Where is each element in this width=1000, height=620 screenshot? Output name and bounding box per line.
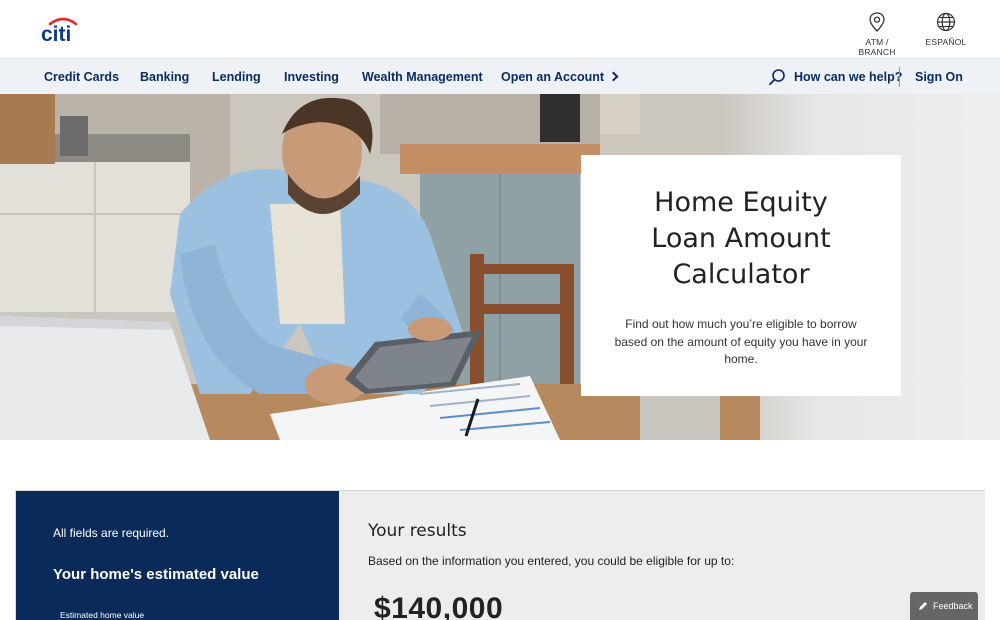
- page-title-line: Loan Amount: [651, 223, 831, 254]
- citi-logo[interactable]: citi: [40, 14, 86, 44]
- hero-card: Home Equity Loan Amount Calculator Find …: [581, 155, 901, 396]
- nav-investing[interactable]: Investing: [284, 70, 339, 84]
- page-title: Home Equity Loan Amount Calculator: [581, 185, 901, 293]
- page-title-line: Calculator: [672, 259, 810, 290]
- calculator-input-panel: All fields are required. Your home's est…: [16, 491, 339, 620]
- hero-banner: Home Equity Loan Amount Calculator Find …: [0, 94, 1000, 440]
- home-value-section-title: Your home's estimated value: [53, 566, 259, 583]
- results-title: Your results: [368, 521, 467, 541]
- required-fields-note: All fields are required.: [53, 526, 170, 540]
- nav-banking[interactable]: Banking: [140, 70, 189, 84]
- help-search-link[interactable]: How can we help?: [794, 70, 902, 84]
- chevron-right-icon: [608, 71, 619, 82]
- calculator: All fields are required. Your home's est…: [15, 490, 985, 620]
- nav-divider: [899, 67, 900, 87]
- feedback-label: Feedback: [933, 601, 973, 611]
- location-pin-icon: [869, 12, 885, 32]
- page-title-line: Home Equity: [654, 187, 828, 218]
- citi-logo-mark: citi: [41, 17, 78, 44]
- atm-branch-link[interactable]: ATM / BRANCH: [846, 11, 908, 57]
- svg-text:citi: citi: [41, 23, 71, 44]
- main-nav: Credit Cards Banking Lending Investing W…: [0, 58, 1000, 94]
- nav-credit-cards[interactable]: Credit Cards: [44, 70, 119, 84]
- espanol-label: ESPAÑOL: [925, 37, 967, 47]
- estimated-home-value-label: Estimated home value: [60, 610, 145, 620]
- nav-open-an-account-label: Open an Account: [501, 70, 605, 84]
- espanol-link[interactable]: ESPAÑOL: [922, 11, 970, 47]
- results-panel: Your results Based on the information yo…: [339, 491, 985, 620]
- sign-on-link[interactable]: Sign On: [915, 70, 963, 84]
- nav-lending[interactable]: Lending: [212, 70, 261, 84]
- nav-wealth-management[interactable]: Wealth Management: [362, 70, 483, 84]
- result-amount: $140,000: [374, 592, 504, 620]
- hero-description: Find out how much you’re eligible to bor…: [614, 317, 868, 366]
- results-description: Based on the information you entered, yo…: [368, 554, 735, 568]
- search-icon[interactable]: [768, 68, 786, 86]
- globe-icon: [936, 12, 956, 32]
- top-bar: citi ATM / BRANCH ESPAÑOL: [0, 0, 1000, 58]
- feedback-icon: [919, 602, 927, 610]
- feedback-button[interactable]: Feedback: [910, 592, 978, 620]
- nav-open-an-account[interactable]: Open an Account: [501, 70, 619, 84]
- atm-branch-label: ATM / BRANCH: [858, 37, 896, 57]
